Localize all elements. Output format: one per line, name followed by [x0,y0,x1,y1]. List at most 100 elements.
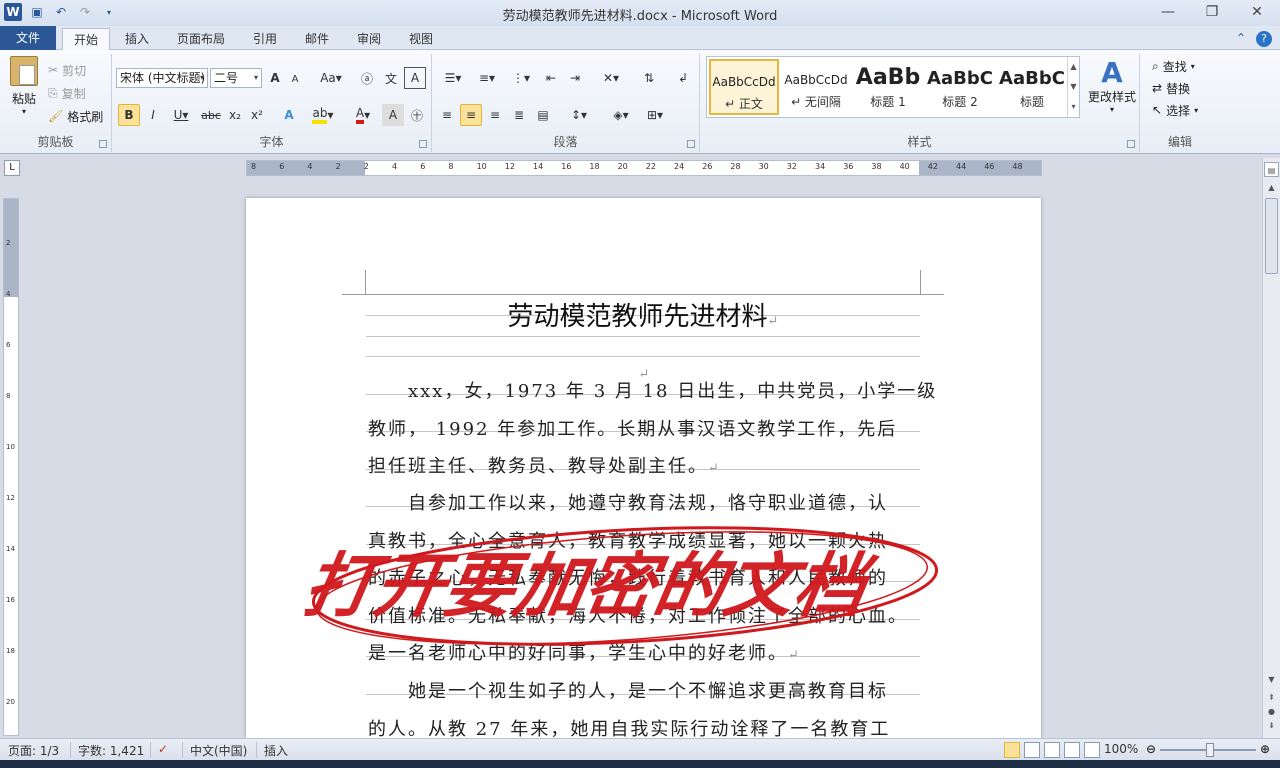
replace-button[interactable]: ⇄ 替换 [1152,78,1190,98]
tab-insert[interactable]: 插入 [116,28,158,50]
style-normal[interactable]: AaBbCcDd ↵ 正文 [709,59,779,115]
style-no-spacing[interactable]: AaBbCcDd ↵ 无间隔 [781,59,851,115]
tab-view[interactable]: 视图 [400,28,442,50]
style-heading-1[interactable]: AaBb 标题 1 [853,59,923,115]
vruler-tick: 14 [6,545,15,553]
chinese-layout-icon[interactable]: ✕▾ [596,67,626,89]
cut-button[interactable]: ✂ 剪切 [48,60,86,80]
tab-references[interactable]: 引用 [244,28,286,50]
phonetic-guide-icon[interactable]: 文 [380,67,402,89]
proofing-icon[interactable]: ✓ [158,742,168,756]
shrink-font-button[interactable]: A [284,68,306,90]
align-right-icon[interactable]: ≡ [484,104,506,126]
font-name-combo[interactable]: 宋体 (中文标题) ▾ [116,68,208,88]
minimize-ribbon-icon[interactable]: ⌃ [1236,31,1246,47]
select-button[interactable]: ↖ 选择 ▾ [1152,100,1198,120]
subscript-button[interactable]: x₂ [224,104,246,126]
help-icon[interactable]: ? [1256,31,1272,47]
vertical-scrollbar[interactable]: ▤ ▲ ▼ ⇞ ● ⇟ [1262,158,1280,738]
font-launcher[interactable] [419,140,427,148]
tab-page-layout[interactable]: 页面布局 [170,28,232,50]
paragraph-group-label: 段落 [553,135,578,149]
italic-button[interactable]: I [142,104,164,126]
taskbar [0,760,1280,768]
document-page[interactable]: 劳动模范教师先进材料↵ ↵ xxx，女，1973 年 3 月 18 日出生，中共… [246,198,1041,738]
zoom-level[interactable]: 100% [1104,742,1138,756]
clear-format-icon[interactable]: ⓐ [356,67,378,89]
scroll-up-icon[interactable]: ▲ [1264,180,1279,195]
borders-icon[interactable]: ⊞▾ [640,104,670,126]
document-title[interactable]: 劳动模范教师先进材料↵ [366,296,920,333]
align-left-icon[interactable]: ≡ [436,104,458,126]
style-title[interactable]: AaBbC 标题 [997,59,1067,115]
outline-icon[interactable] [1064,742,1080,758]
scroll-thumb[interactable] [1265,198,1278,274]
clipboard-launcher[interactable] [99,140,107,148]
text-effects-icon[interactable]: A [278,104,300,126]
char-shading-icon[interactable]: A [382,104,404,126]
tab-home[interactable]: 开始 [62,28,110,51]
print-layout-icon[interactable] [1004,742,1020,758]
decrease-indent-icon[interactable]: ⇤ [540,67,562,89]
bullets-icon[interactable]: ☰▾ [438,67,468,89]
paragraph-3[interactable]: 她是一个视生如子的人，是一个不懈追求更高教育目标 的人。从教 27 年来，她用自… [368,673,922,738]
multilevel-list-icon[interactable]: ⋮▾ [506,67,536,89]
draft-icon[interactable] [1084,742,1100,758]
web-layout-icon[interactable] [1044,742,1060,758]
paragraph-launcher[interactable] [687,140,695,148]
zoom-slider-thumb[interactable] [1206,743,1214,757]
bold-button[interactable]: B [118,104,140,126]
copy-button[interactable]: ⎘ 复制 [48,83,86,103]
grow-font-button[interactable]: A [264,67,286,89]
sort-icon[interactable]: ⇅ [638,67,660,89]
change-styles-button[interactable]: A 更改样式 ▾ [1084,58,1140,115]
style-heading-2[interactable]: AaBbC 标题 2 [925,59,995,115]
distributed-icon[interactable]: ▤ [532,104,554,126]
zoom-in-icon[interactable]: ⊕ [1260,742,1270,756]
browse-object-icon[interactable]: ● [1264,704,1279,719]
gallery-scroll[interactable]: ▲ ▼ ▾ [1067,57,1079,117]
font-size-combo[interactable]: 二号 ▾ [210,68,262,88]
underline-button[interactable]: U ▾ [166,104,196,126]
text-line: 的赤子之心，无私奉献无悔，践行着教书育人和人民教师的 [368,568,888,589]
word-count[interactable]: 字数: 1,421 [78,742,144,759]
scroll-down-icon[interactable]: ▼ [1264,672,1279,687]
format-painter-button[interactable]: 🖌 格式刷 [48,106,103,126]
increase-indent-icon[interactable]: ⇥ [564,67,586,89]
paste-button[interactable]: 粘贴 ▾ [6,56,42,116]
show-marks-icon[interactable]: ↲ [672,67,694,89]
paragraph-2[interactable]: 自参加工作以来，她遵守教育法规，恪守职业道德，认 真教书，全心全意育人，教育教学… [368,485,922,675]
paragraph-1[interactable]: xxx，女，1973 年 3 月 18 日出生，中共党员，小学一级 教师， 19… [368,373,935,488]
shading-icon[interactable]: ◈▾ [606,104,636,126]
change-case-button[interactable]: Aa ▾ [316,67,346,89]
font-color-icon[interactable]: A ▾ [348,104,378,126]
minimize-button[interactable]: — [1146,0,1190,24]
maximize-button[interactable]: ❐ [1190,0,1234,24]
full-screen-reading-icon[interactable] [1024,742,1040,758]
next-page-icon[interactable]: ⇟ [1264,718,1279,733]
tab-file[interactable]: 文件 [0,26,56,50]
enclose-char-icon[interactable]: ㊉ [406,104,428,126]
language-indicator[interactable]: 中文(中国) [190,742,247,759]
strikethrough-button[interactable]: abc [200,104,222,126]
vertical-ruler[interactable]: 2 4 6 8 10 12 14 16 18 20 [3,198,19,736]
superscript-button[interactable]: x² [246,104,268,126]
styles-launcher[interactable] [1127,140,1135,148]
tab-review[interactable]: 审阅 [348,28,390,50]
justify-icon[interactable]: ≣ [508,104,530,126]
zoom-out-icon[interactable]: ⊖ [1146,742,1156,756]
insert-mode[interactable]: 插入 [264,742,288,759]
tab-selector-icon[interactable]: L [4,160,20,176]
prev-page-icon[interactable]: ⇞ [1264,690,1279,705]
char-border-icon[interactable]: A [404,67,426,89]
numbering-icon[interactable]: ≡▾ [472,67,502,89]
page-count[interactable]: 页面: 1/3 [8,742,59,759]
highlight-icon[interactable]: ab ▾ [308,104,338,126]
close-button[interactable]: ✕ [1234,0,1280,24]
find-button[interactable]: ⌕ 查找 ▾ [1152,56,1195,76]
align-center-icon[interactable]: ≡ [460,104,482,126]
view-ruler-icon[interactable]: ▤ [1264,162,1279,177]
tab-mailings[interactable]: 邮件 [296,28,338,50]
line-spacing-icon[interactable]: ↕▾ [564,104,594,126]
horizontal-ruler[interactable]: 8 6 4 2 2 4 6 8 10 12 14 16 18 20 22 24 26 28 30 32 34 36 38 40… [246,160,1042,176]
